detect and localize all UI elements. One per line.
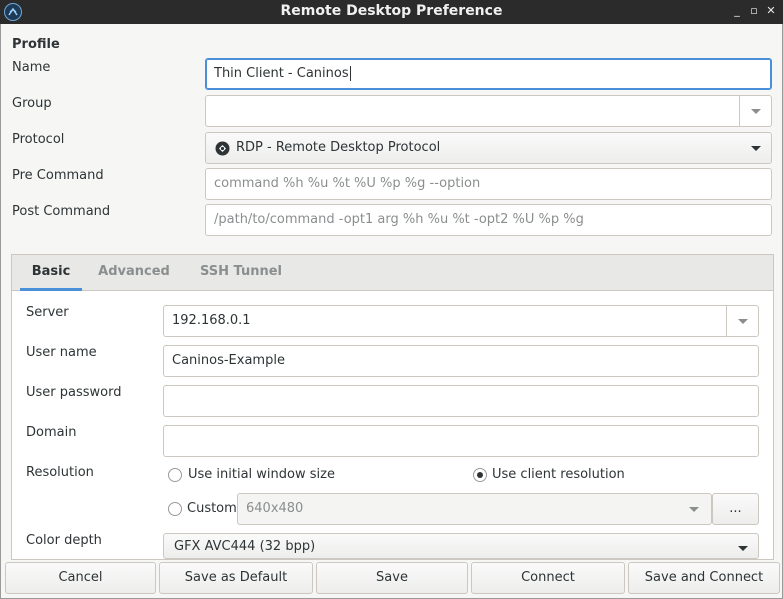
tab-basic[interactable]: Basic xyxy=(20,255,82,291)
server-dropdown-button[interactable] xyxy=(726,306,758,336)
minimize-icon[interactable]: _ xyxy=(730,3,744,19)
post-command-input[interactable]: /path/to/command -opt1 arg %h %u %t -opt… xyxy=(205,204,772,236)
resolution-client-label[interactable]: Use client resolution xyxy=(492,467,625,482)
password-input[interactable] xyxy=(163,385,759,417)
resolution-custom-label[interactable]: Custom xyxy=(187,501,237,516)
preference-dialog: Profile Name Thin Client - Caninos Group… xyxy=(0,24,783,599)
protocol-combo-value: RDP - Remote Desktop Protocol xyxy=(236,140,441,155)
save-and-connect-button[interactable]: Save and Connect xyxy=(628,562,780,594)
username-input[interactable]: Caninos-Example xyxy=(163,345,759,377)
text-caret xyxy=(349,66,351,81)
tab-advanced[interactable]: Advanced xyxy=(94,255,174,291)
server-combo[interactable]: 192.168.0.1 xyxy=(163,305,759,337)
settings-notebook: Basic Advanced SSH Tunnel Server 192.168… xyxy=(11,254,774,560)
save-button[interactable]: Save xyxy=(316,562,468,594)
color-depth-value: GFX AVC444 (32 bpp) xyxy=(174,539,316,554)
server-label: Server xyxy=(26,305,69,320)
password-label: User password xyxy=(26,385,122,400)
post-command-label: Post Command xyxy=(12,204,111,219)
name-label: Name xyxy=(12,60,51,75)
pre-command-input[interactable]: command %h %u %t %U %p %g --option xyxy=(205,168,772,200)
tab-ssh-tunnel[interactable]: SSH Tunnel xyxy=(194,255,288,291)
close-icon[interactable]: ✕ xyxy=(764,3,778,19)
resolution-custom-radio[interactable] xyxy=(168,502,182,516)
server-combo-value: 192.168.0.1 xyxy=(172,313,251,328)
group-dropdown-button[interactable] xyxy=(739,96,771,126)
resolution-list-button[interactable]: ... xyxy=(712,493,759,525)
protocol-label: Protocol xyxy=(12,132,65,147)
pre-command-label: Pre Command xyxy=(12,168,104,183)
chevron-down-icon xyxy=(738,319,748,324)
name-input-value: Thin Client - Caninos xyxy=(214,66,349,81)
username-label: User name xyxy=(26,345,97,360)
window-title: Remote Desktop Preference xyxy=(280,3,503,19)
chevron-down-icon xyxy=(738,546,748,551)
group-label: Group xyxy=(12,96,52,111)
protocol-combo[interactable]: RDP - Remote Desktop Protocol xyxy=(205,132,772,164)
chevron-down-icon xyxy=(751,146,761,151)
custom-resolution-combo[interactable]: 640x480 xyxy=(237,493,712,525)
domain-input[interactable] xyxy=(163,425,759,457)
cancel-button[interactable]: Cancel xyxy=(5,562,156,594)
domain-label: Domain xyxy=(26,425,77,440)
name-input[interactable]: Thin Client - Caninos xyxy=(205,58,772,90)
resolution-client-radio[interactable] xyxy=(473,468,487,482)
profile-section-title: Profile xyxy=(12,37,60,52)
resolution-label: Resolution xyxy=(26,465,94,480)
rdp-protocol-icon xyxy=(215,141,230,156)
chevron-down-icon xyxy=(751,109,761,114)
color-depth-label: Color depth xyxy=(26,533,102,548)
action-bar: Cancel Save as Default Save Connect Save… xyxy=(1,560,782,598)
title-bar[interactable]: Remote Desktop Preference _ ▫ ✕ xyxy=(0,0,783,24)
resolution-initial-radio[interactable] xyxy=(168,468,182,482)
custom-resolution-value: 640x480 xyxy=(246,501,304,516)
maximize-icon[interactable]: ▫ xyxy=(747,3,761,19)
group-combo[interactable] xyxy=(205,95,772,127)
resolution-initial-label[interactable]: Use initial window size xyxy=(188,467,335,482)
color-depth-combo[interactable]: GFX AVC444 (32 bpp) xyxy=(163,533,759,559)
tab-bar: Basic Advanced SSH Tunnel xyxy=(12,255,773,291)
save-as-default-button[interactable]: Save as Default xyxy=(159,562,313,594)
connect-button[interactable]: Connect xyxy=(471,562,625,594)
chevron-down-icon xyxy=(689,507,699,512)
